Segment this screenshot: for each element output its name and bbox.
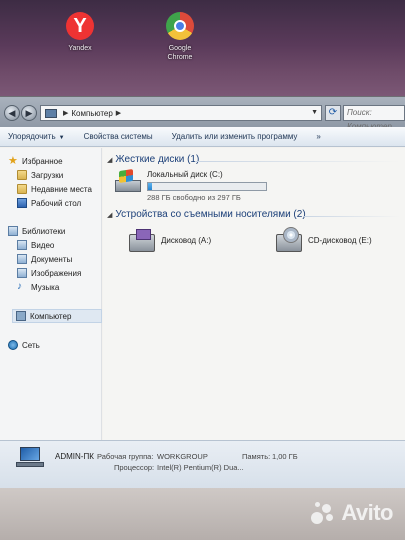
sidebar-item-documents[interactable]: Документы: [17, 254, 72, 264]
sidebar-item-music[interactable]: ♪ Музыка: [17, 282, 59, 292]
explorer-window: ◀ ▶ ▶ Компьютер ▶ ▼ ⟳ Поиск: Компьютер У…: [0, 96, 405, 488]
sidebar-item-recent[interactable]: Недавние места: [17, 184, 92, 194]
sidebar-item-label: Музыка: [31, 282, 60, 292]
chrome-label-line2: Chrome: [167, 54, 193, 61]
computer-icon: [16, 311, 26, 321]
sidebar-item-label: Сеть: [22, 340, 40, 350]
chrome-shortcut[interactable]: Google Chrome: [150, 12, 210, 62]
sidebar-item-label: Документы: [31, 254, 73, 264]
desktop-background: Y Yandex Google Chrome: [0, 0, 405, 100]
refresh-button[interactable]: ⟳: [325, 105, 341, 121]
uninstall-program-button[interactable]: Удалить или изменить программу: [172, 132, 298, 141]
sidebar-item-desktop[interactable]: Рабочий стол: [17, 198, 81, 208]
cpu-label: Процессор:: [114, 463, 155, 472]
yandex-icon: Y: [66, 12, 94, 40]
back-button[interactable]: ◀: [4, 105, 20, 121]
group-title: Жесткие диски (1): [115, 154, 200, 165]
sidebar-item-label: Компьютер: [30, 311, 72, 321]
star-icon: ★: [8, 155, 18, 167]
navigation-pane: ★ Избранное Загрузки Недавние места Рабо…: [0, 148, 102, 441]
hard-drive-icon: [113, 169, 143, 194]
chrome-icon: [166, 12, 194, 40]
avito-watermark: Avito: [311, 500, 393, 526]
workgroup-value: WORKGROUP: [157, 452, 208, 461]
breadcrumb[interactable]: Компьютер: [71, 109, 112, 118]
search-input[interactable]: Поиск: Компьютер: [343, 105, 405, 131]
content-pane: ◢ Жесткие диски (1) Локальный диск (C:) …: [103, 148, 405, 441]
local-disk-c[interactable]: Локальный диск (C:) 288 ГБ свободно из 2…: [113, 169, 267, 202]
chrome-label-line1: Google: [168, 45, 192, 52]
sidebar-item-label: Загрузки: [31, 170, 64, 180]
group-title: Устройства со съемными носителями (2): [115, 209, 306, 220]
cd-drive-icon: [274, 227, 304, 252]
navigation-bar: ◀ ▶ ▶ Компьютер ▶ ▼ ⟳ Поиск: Компьютер: [0, 97, 405, 131]
forward-button[interactable]: ▶: [21, 105, 37, 121]
documents-icon: [17, 254, 27, 264]
network-icon: [8, 340, 18, 350]
address-dropdown-icon[interactable]: ▼: [311, 109, 318, 116]
system-properties-button[interactable]: Свойства системы: [84, 132, 153, 141]
breadcrumb-arrow-icon[interactable]: ▶: [116, 109, 121, 117]
drive-free-space: 288 ГБ свободно из 297 ГБ: [147, 193, 241, 202]
drive-name: Дисковод (A:): [161, 235, 212, 245]
more-commands-button[interactable]: »: [316, 132, 320, 141]
sidebar-item-label: Рабочий стол: [31, 198, 82, 208]
yandex-shortcut[interactable]: Y Yandex: [50, 12, 110, 53]
sidebar-item-label: Изображения: [31, 268, 82, 278]
disk-usage-bar: [147, 182, 267, 191]
sidebar-item-computer[interactable]: Компьютер: [12, 309, 102, 323]
removable-group-header[interactable]: ◢ Устройства со съемными носителями (2): [107, 209, 306, 220]
cd-drive-e[interactable]: CD-дисковод (E:): [274, 227, 372, 252]
sidebar-item-label: Избранное: [22, 156, 63, 166]
collapse-icon: ◢: [107, 211, 113, 219]
sidebar-item-label: Недавние места: [31, 184, 92, 194]
recent-places-icon: [17, 184, 27, 194]
address-bar[interactable]: ▶ Компьютер ▶ ▼: [40, 105, 322, 121]
sidebar-item-network[interactable]: Сеть: [8, 340, 40, 350]
floppy-drive-icon: [127, 228, 157, 252]
sidebar-item-images[interactable]: Изображения: [17, 268, 81, 278]
collapse-icon: ◢: [107, 156, 113, 164]
cpu-value: Intel(R) Pentium(R) Dua...: [157, 463, 244, 472]
computer-icon: [16, 447, 44, 469]
group-divider: [303, 216, 400, 217]
workgroup-label: Рабочая группа:: [97, 452, 154, 461]
memory-label: Память:: [242, 452, 271, 461]
pc-name: ADMIN-ПК: [55, 452, 94, 461]
computer-icon: [45, 108, 57, 118]
desktop-icon: [17, 198, 27, 208]
desk-surface: Avito: [0, 488, 405, 540]
avito-logo-icon: [311, 502, 337, 524]
videos-icon: [17, 240, 27, 250]
sidebar-item-label: Библиотеки: [22, 226, 66, 236]
organize-label: Упорядочить: [8, 132, 56, 141]
chevron-down-icon: ▼: [58, 135, 65, 141]
sidebar-item-videos[interactable]: Видео: [17, 240, 54, 250]
command-bar: Упорядочить ▼ Свойства системы Удалить ил…: [0, 127, 405, 147]
watermark-text: Avito: [341, 500, 393, 525]
disk-usage-fill: [148, 183, 152, 190]
libraries-icon: [8, 226, 18, 236]
floppy-drive-a[interactable]: Дисковод (A:): [127, 228, 211, 252]
downloads-folder-icon: [17, 170, 27, 180]
details-pane: ADMIN-ПК Рабочая группа: WORKGROUP Памят…: [0, 440, 405, 488]
sidebar-item-libraries[interactable]: Библиотеки: [8, 226, 65, 236]
hdd-group-header[interactable]: ◢ Жесткие диски (1): [107, 154, 199, 165]
music-icon: ♪: [17, 281, 22, 292]
sidebar-item-downloads[interactable]: Загрузки: [17, 170, 63, 180]
memory-value: 1,00 ГБ: [272, 452, 298, 461]
breadcrumb-separator-icon: ▶: [63, 110, 69, 117]
sidebar-item-label: Видео: [31, 240, 55, 250]
drive-name: Локальный диск (C:): [147, 170, 223, 179]
sidebar-item-favorites[interactable]: ★ Избранное: [8, 155, 63, 167]
drive-name: CD-дисковод (E:): [308, 235, 372, 245]
organize-button[interactable]: Упорядочить ▼: [8, 132, 65, 141]
images-icon: [17, 268, 27, 278]
group-divider: [195, 161, 400, 162]
yandex-label: Yandex: [68, 45, 92, 52]
